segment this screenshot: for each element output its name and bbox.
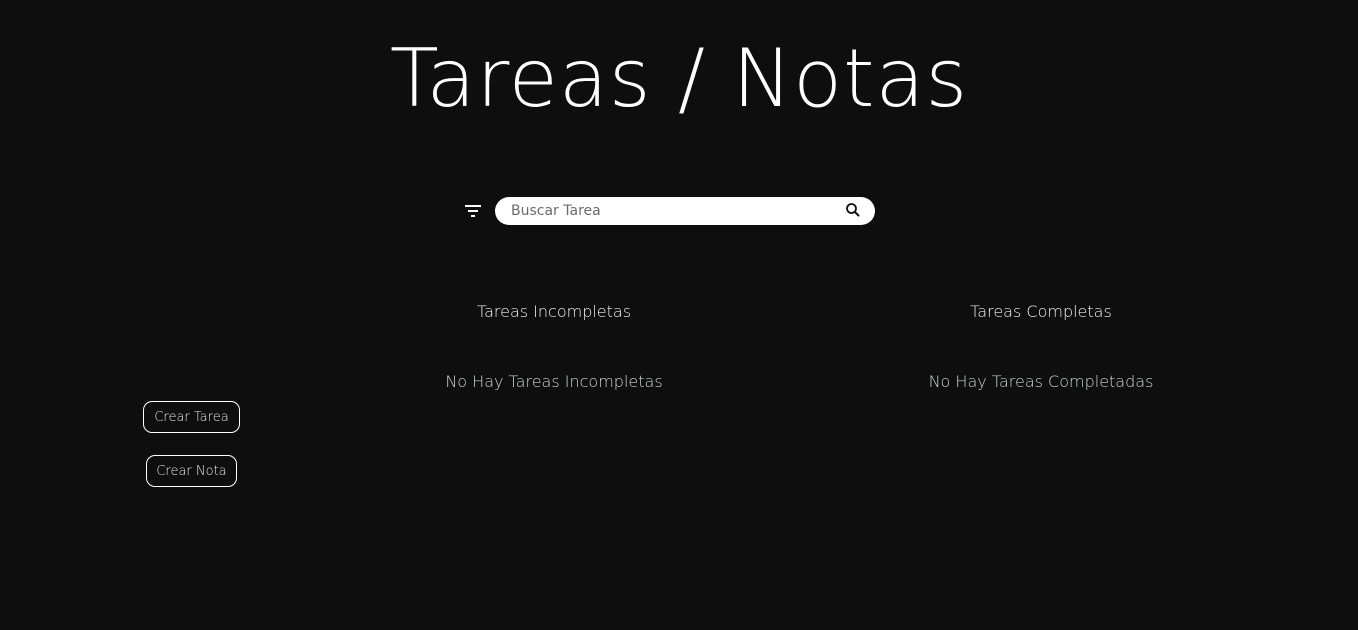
search-input[interactable] (511, 197, 831, 225)
search-icon (846, 203, 860, 217)
incomplete-tasks-empty-message: No Hay Tareas Incompletas (445, 372, 663, 391)
page-title: Tareas / Notas (389, 32, 969, 125)
search-toolbar (462, 197, 875, 225)
filter-icon (465, 205, 481, 217)
create-note-button[interactable]: Crear Nota (146, 455, 237, 487)
complete-tasks-empty-message: No Hay Tareas Completadas (928, 372, 1154, 391)
app-page: Tareas / Notas Tareas Incompletas No Hay… (0, 0, 1358, 630)
create-task-button[interactable]: Crear Tarea (143, 401, 240, 433)
complete-tasks-title: Tareas Completas (970, 302, 1112, 321)
search-box (495, 197, 875, 225)
search-button[interactable] (845, 202, 861, 218)
filter-button[interactable] (462, 197, 484, 225)
incomplete-tasks-title: Tareas Incompletas (476, 302, 632, 321)
